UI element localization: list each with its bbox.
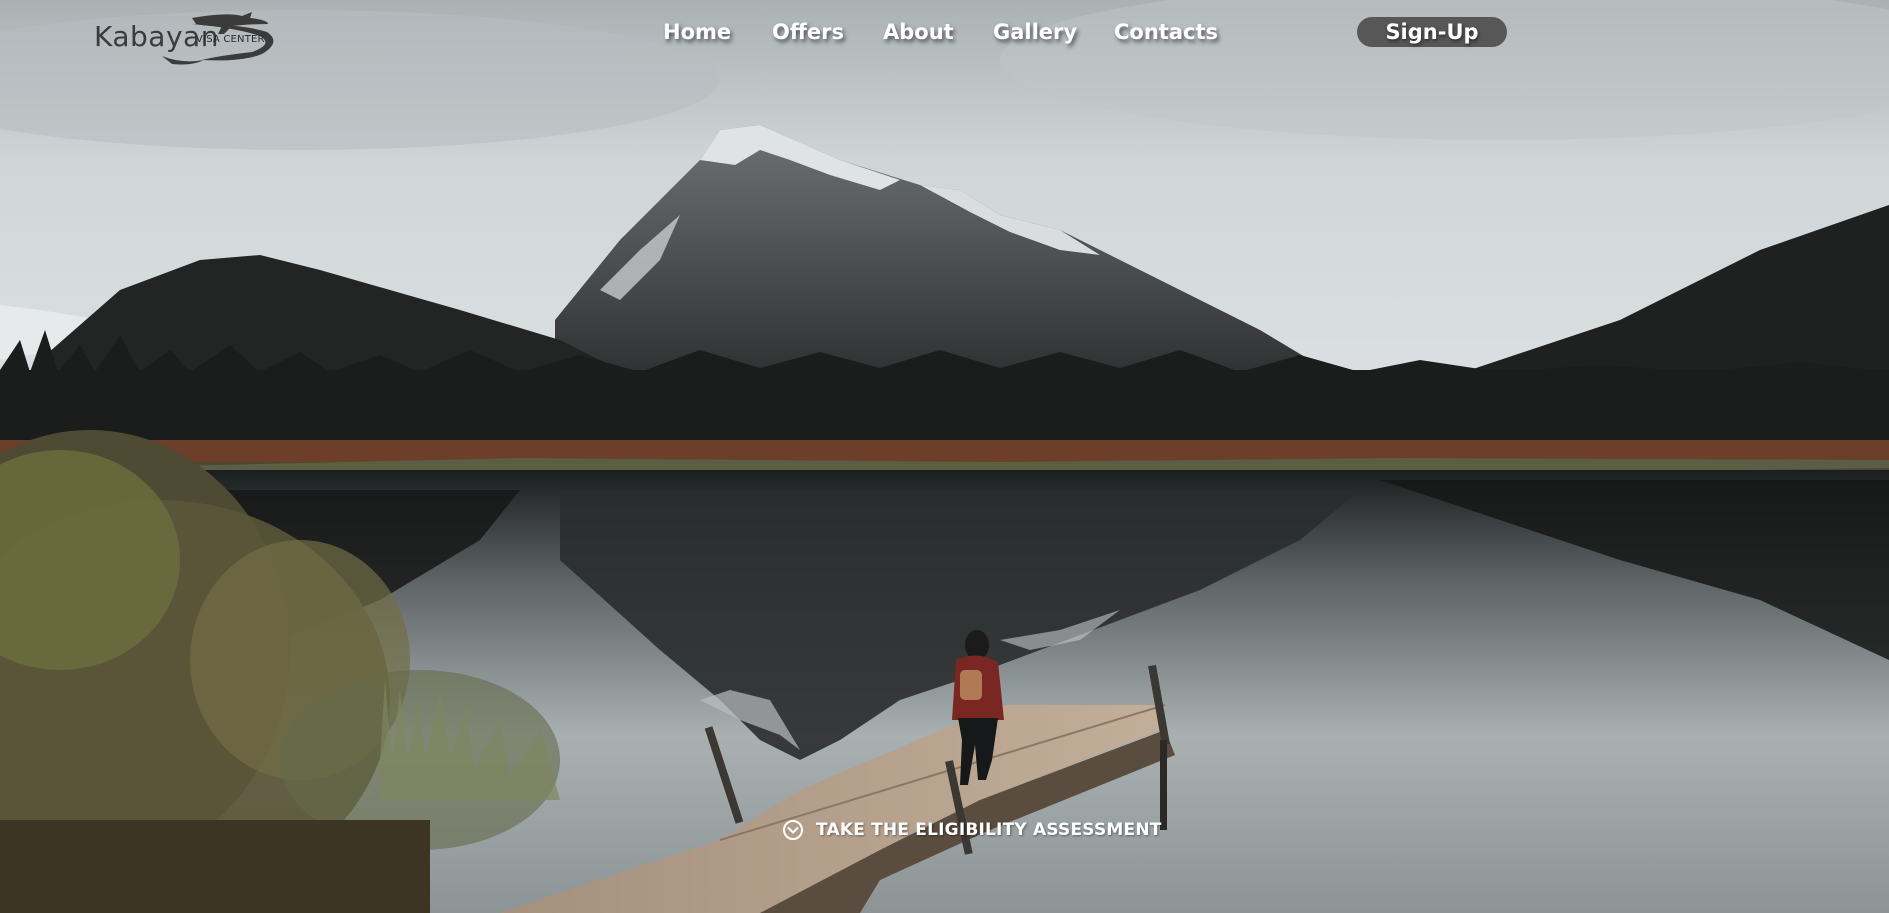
nav-item-contacts[interactable]: Contacts [1114,18,1218,46]
nav-item-home[interactable]: Home [663,18,731,46]
eligibility-assessment-label: TAKE THE ELIGIBILITY ASSESSMENT [816,820,1162,840]
eligibility-assessment-link[interactable]: TAKE THE ELIGIBILITY ASSESSMENT [782,817,1162,843]
main-nav: Home Offers About Gallery Contacts [0,18,1889,48]
signup-button[interactable]: Sign-Up [1357,17,1507,47]
nav-item-gallery[interactable]: Gallery [993,18,1077,46]
nav-item-about[interactable]: About [883,18,954,46]
nav-item-offers[interactable]: Offers [772,18,844,46]
hero-background-image [0,0,1889,913]
landing-page: Kabayan VISA CENTER Home Offers About Ga… [0,0,1889,913]
chevron-down-circle-icon [783,820,803,840]
